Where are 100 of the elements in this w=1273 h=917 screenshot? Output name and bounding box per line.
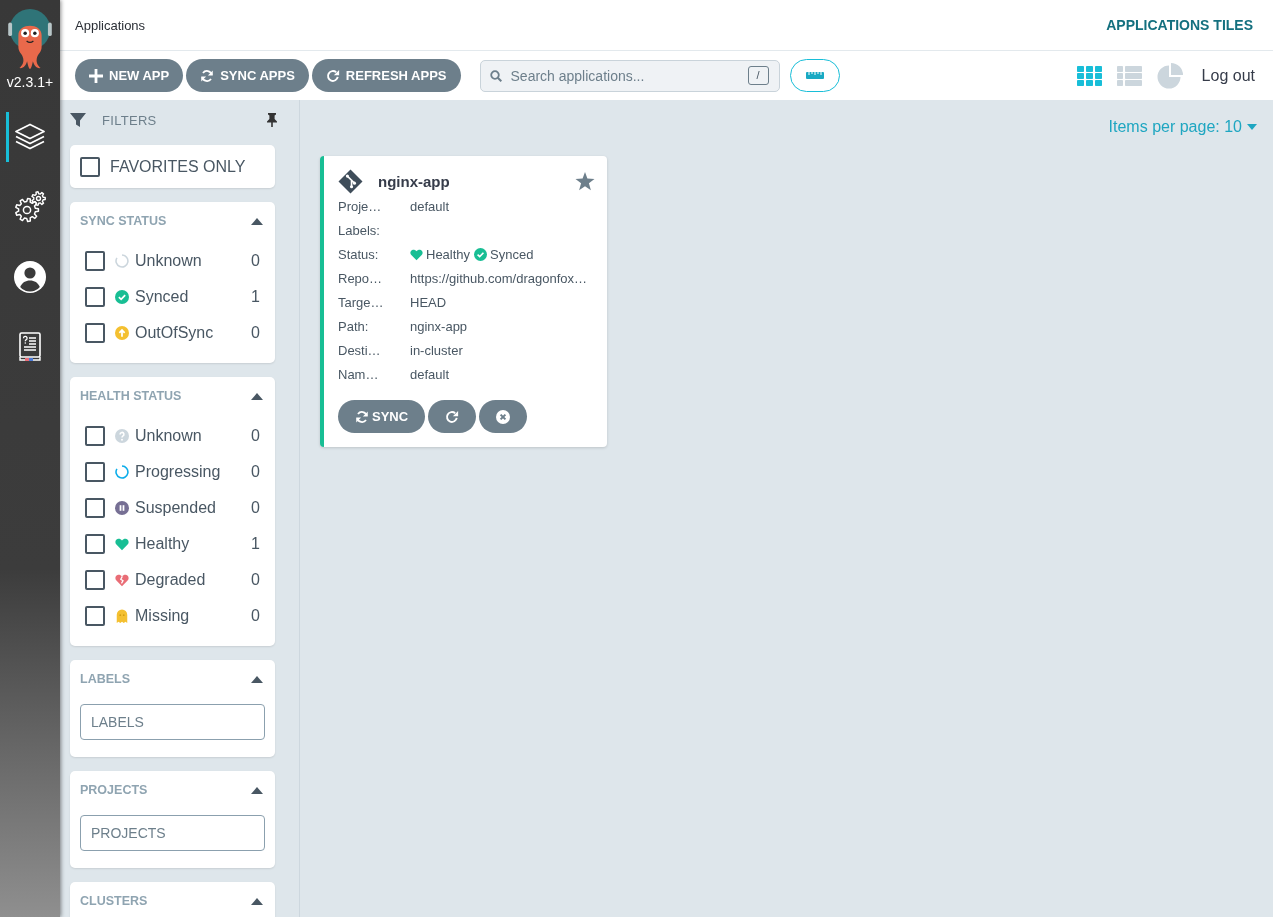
version-label: v2.3.1+ (6, 73, 54, 92)
refresh-icon (325, 68, 340, 83)
count: 0 (251, 499, 260, 517)
field-label: Desti… (338, 342, 382, 358)
filters-title: FILTERS (102, 112, 157, 128)
field-label: Labels: (338, 222, 381, 238)
ruler-button[interactable] (789, 59, 840, 92)
refresh-button[interactable] (428, 400, 477, 433)
delete-button[interactable] (479, 400, 528, 433)
checkbox[interactable] (85, 323, 105, 343)
checkbox[interactable] (85, 498, 105, 518)
checkbox[interactable] (85, 251, 105, 271)
checkbox[interactable] (80, 156, 100, 177)
shortcut-key: / (747, 65, 769, 85)
panel-title: LABELS (80, 672, 130, 686)
health-label: Healthy (426, 246, 471, 262)
gears-icon (14, 191, 46, 223)
count: 0 (251, 463, 260, 481)
count: 0 (251, 571, 260, 589)
panel-title: SYNC STATUS (80, 214, 167, 228)
field-value: default (410, 366, 451, 382)
x-circle-icon (496, 409, 511, 424)
ring-icon (115, 254, 129, 268)
caret-up-icon[interactable] (251, 675, 263, 683)
filter-input[interactable]: LABELS (80, 704, 265, 740)
count: 1 (251, 535, 260, 553)
broken-heart-icon (115, 573, 129, 587)
view-title: APPLICATIONS TILES (1106, 17, 1253, 33)
count: 1 (251, 288, 260, 306)
checkbox[interactable] (85, 287, 105, 307)
count: 0 (251, 252, 260, 270)
caret-up-icon[interactable] (251, 392, 263, 400)
sync-button[interactable]: SYNC (338, 400, 426, 433)
field-label: Targe… (338, 294, 385, 310)
logout-link[interactable]: Log out (1201, 66, 1255, 85)
field-value: default (410, 198, 451, 214)
filter-icon (70, 112, 86, 128)
sync-button[interactable]: SYNC APPS (186, 59, 309, 92)
status-label: Suspended (135, 499, 216, 517)
status-label: OutOfSync (135, 324, 214, 342)
field-value: https://github.com/dragonfox… (410, 270, 589, 286)
star-icon[interactable] (575, 171, 595, 191)
field-label: Nam… (338, 366, 380, 382)
checkbox[interactable] (85, 534, 105, 554)
count: 0 (251, 324, 260, 342)
items-per-page-dropdown[interactable]: Items per page: 10 (1108, 118, 1257, 136)
heart-icon (410, 247, 423, 261)
app-name: nginx-app (378, 172, 450, 190)
panel-title: CLUSTERS (80, 894, 148, 908)
panel-title: PROJECTS (80, 783, 148, 797)
search-icon (489, 69, 502, 82)
field-label: Path: (338, 318, 370, 334)
caret-up-icon[interactable] (251, 897, 263, 905)
refresh-icon (445, 409, 460, 424)
status-label: Unknown (135, 427, 202, 445)
field-label: Repo… (338, 270, 384, 286)
arrow-up-circle-icon (115, 326, 129, 340)
add-button[interactable]: NEW APP (75, 59, 184, 92)
app-card[interactable]: nginx-app Proje… default Labels: Status: Healthy Synced Repo… https://github.com/dragonfox… Targe… HEAD Path: nginx-app Desti… in-cluster Nam… default SYNC (320, 156, 607, 447)
git-icon (338, 168, 363, 194)
checkbox[interactable] (85, 426, 105, 446)
user-icon (14, 261, 46, 293)
checkbox[interactable] (85, 606, 105, 626)
field-value: nginx-app (410, 318, 469, 334)
refresh-button[interactable]: REFRESH APPS (311, 59, 461, 92)
checkbox[interactable] (85, 462, 105, 482)
sync-icon (200, 68, 215, 83)
status-label: Missing (135, 607, 190, 625)
status-label: Healthy (135, 535, 190, 553)
check-circle-icon (115, 290, 129, 304)
checkbox[interactable] (85, 570, 105, 590)
field-label: Proje… (338, 198, 383, 214)
pin-icon[interactable] (266, 113, 278, 127)
page-title: Applications (75, 17, 146, 33)
status-label: Synced (135, 288, 189, 306)
field-value: HEAD (410, 294, 448, 310)
sync-label: Synced (490, 246, 534, 262)
book-icon (18, 332, 42, 362)
octopus-logo (7, 8, 53, 70)
favorites-label: FAVORITES ONLY (110, 157, 246, 176)
caret-up-icon[interactable] (251, 786, 263, 794)
plus-icon (89, 68, 103, 83)
status-label: Unknown (135, 252, 202, 270)
check-circle-icon (474, 247, 488, 261)
ruler-icon (805, 72, 824, 79)
field-label: Status: (338, 246, 380, 262)
field-value: in-cluster (410, 342, 464, 358)
sync-icon (355, 409, 369, 424)
count: 0 (251, 607, 260, 625)
filter-input[interactable]: PROJECTS (80, 815, 265, 851)
ghost-icon (115, 609, 129, 623)
status-label: Progressing (135, 463, 221, 481)
ring-icon (115, 465, 129, 479)
panel-title: HEALTH STATUS (80, 389, 182, 403)
heart-icon (115, 537, 129, 551)
question-circle-icon (115, 429, 129, 443)
count: 0 (251, 427, 260, 445)
caret-up-icon[interactable] (251, 217, 263, 225)
layers-icon (14, 123, 46, 151)
caret-down-icon (1247, 124, 1257, 130)
